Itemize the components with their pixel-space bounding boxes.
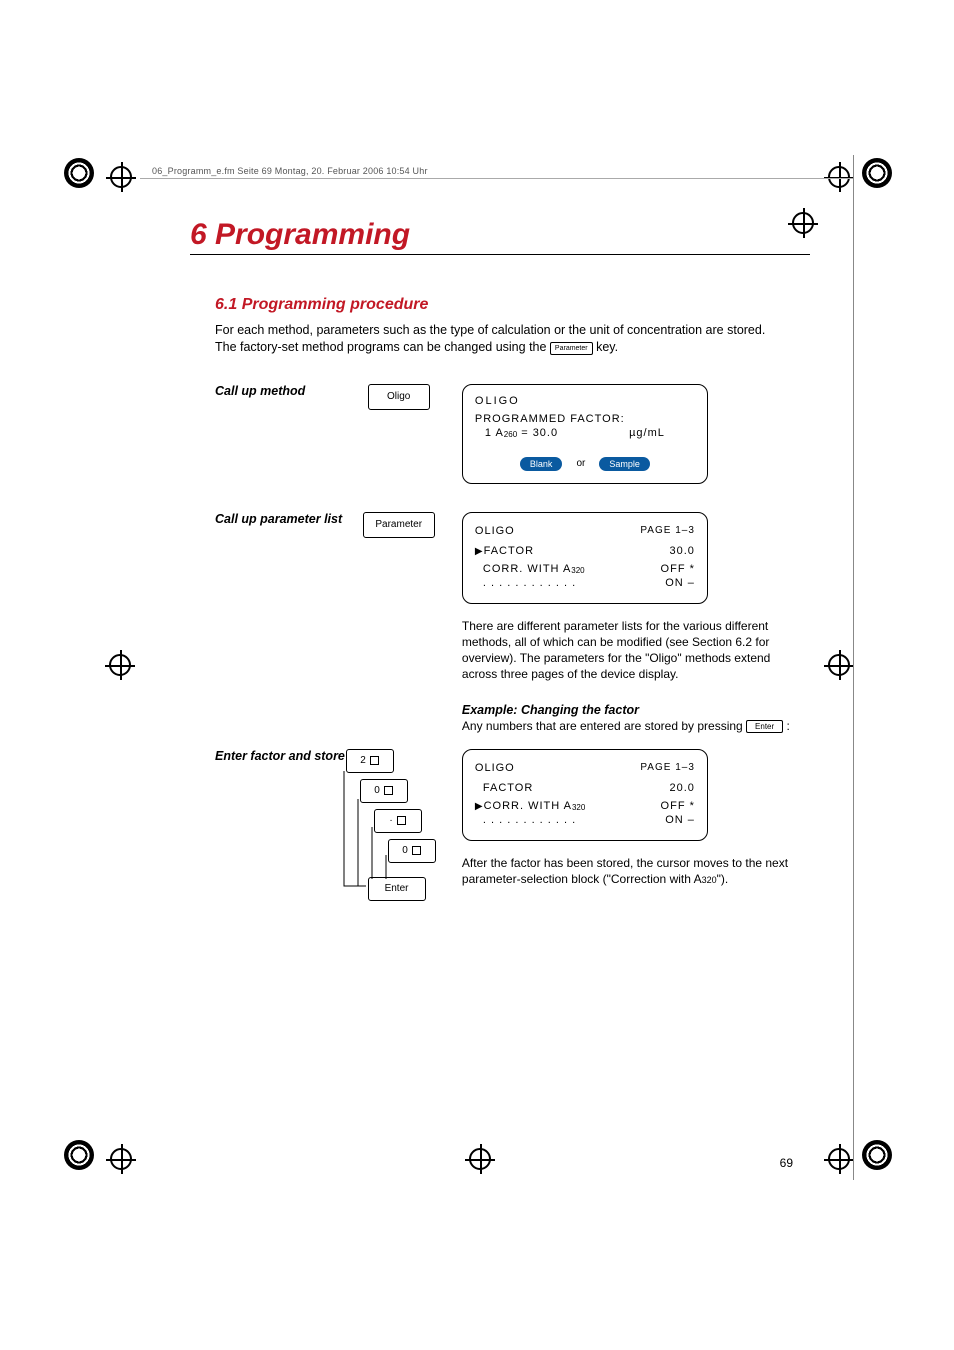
parameter-key: Parameter: [363, 512, 435, 538]
section-intro: For each method, parameters such as the …: [215, 322, 775, 356]
enter-para: After the factor has been stored, the cu…: [462, 855, 807, 887]
example-heading: Example: Changing the factor: [462, 703, 810, 717]
key-stack: 2 0 · 0 Enter: [346, 749, 436, 901]
content-area: 6.1 Programming procedure For each metho…: [190, 254, 810, 901]
screen-unit: µg/mL: [629, 427, 665, 439]
row-on: ON –: [665, 577, 695, 589]
reg-mark-bot-right-2: [862, 1140, 892, 1170]
key-enter: Enter: [368, 877, 426, 901]
parameter-keycap: Parameter: [550, 342, 593, 355]
row-dots: . . . . . . . . . . . .: [475, 577, 576, 589]
params-para: There are different parameter lists for …: [462, 618, 807, 683]
key-0b: 0: [388, 839, 436, 863]
step-enter-factor: Enter factor and store 2 0 · 0 Enter: [190, 749, 810, 901]
step-label: Enter factor and store: [215, 749, 346, 763]
screen-line2: 1 A260 = 30.0: [485, 427, 558, 439]
row-corr-val: OFF *: [661, 800, 695, 812]
row-factor: ▶FACTOR: [475, 545, 534, 557]
row-factor: FACTOR: [475, 782, 533, 794]
row-on: ON –: [665, 814, 695, 826]
row-factor-val: 30.0: [669, 545, 694, 557]
device-screen-3: OLIGO PAGE 1–3 FACTOR 20.0 ▶CORR. WITH A…: [462, 749, 708, 841]
screen-col: OLIGO PAGE 1–3 ▶FACTOR 30.0 CORR. WITH A…: [462, 512, 810, 733]
sample-button: Sample: [599, 457, 650, 471]
screen-line1: PROGRAMMED FACTOR:: [475, 413, 695, 425]
reg-mark-top-left-2: [106, 162, 136, 192]
key-dot: ·: [374, 809, 422, 833]
reg-mark-bot-left-2: [106, 1144, 136, 1174]
reg-mark-top-right-2: [862, 158, 892, 188]
screen-title: OLIGO: [475, 525, 515, 537]
section-title: 6.1 Programming procedure: [215, 296, 810, 314]
intro-text-b: key.: [596, 340, 618, 354]
screen-title: OLIGO: [475, 762, 515, 774]
device-screen-1: OLIGO PROGRAMMED FACTOR: 1 A260 = 30.0 µ…: [462, 384, 708, 484]
step-label: Call up parameter list: [215, 512, 346, 526]
or-text: or: [576, 458, 585, 469]
row-dots: . . . . . . . . . . . .: [475, 814, 576, 826]
device-screen-2: OLIGO PAGE 1–3 ▶FACTOR 30.0 CORR. WITH A…: [462, 512, 708, 604]
step-label: Call up method: [215, 384, 346, 398]
oligo-key: Oligo: [368, 384, 430, 410]
screen-title: OLIGO: [475, 395, 695, 407]
screen-page: PAGE 1–3: [640, 762, 695, 773]
screen-col: OLIGO PROGRAMMED FACTOR: 1 A260 = 30.0 µ…: [462, 384, 810, 484]
key-0: 0: [360, 779, 408, 803]
reg-mark-mid-left: [105, 650, 135, 680]
reg-mark-bot-left-1: [64, 1140, 94, 1170]
blank-button: Blank: [520, 457, 563, 471]
screen-col: OLIGO PAGE 1–3 FACTOR 20.0 ▶CORR. WITH A…: [462, 749, 810, 887]
key-col: Oligo: [346, 384, 452, 410]
row-corr-val: OFF *: [661, 563, 695, 575]
example-line: Any numbers that are entered are stored …: [462, 719, 810, 733]
row-corr: ▶CORR. WITH A320: [475, 800, 585, 812]
intro-text-a: For each method, parameters such as the …: [215, 323, 765, 354]
reg-mark-top-left-1: [64, 158, 94, 188]
key-col: 2 0 · 0 Enter: [346, 749, 452, 901]
step-call-up-params: Call up parameter list Parameter OLIGO P…: [190, 512, 810, 733]
chapter-title: 6 Programming: [190, 218, 410, 252]
screen-page: PAGE 1–3: [640, 525, 695, 536]
page-number: 69: [780, 1156, 793, 1170]
row-factor-val: 20.0: [669, 782, 694, 794]
key-col: Parameter: [346, 512, 452, 538]
step-call-up-method: Call up method Oligo OLIGO PROGRAMMED FA…: [190, 384, 810, 484]
enter-keycap: Enter: [746, 720, 783, 733]
key-2: 2: [346, 749, 394, 773]
row-corr: CORR. WITH A320: [475, 563, 585, 575]
